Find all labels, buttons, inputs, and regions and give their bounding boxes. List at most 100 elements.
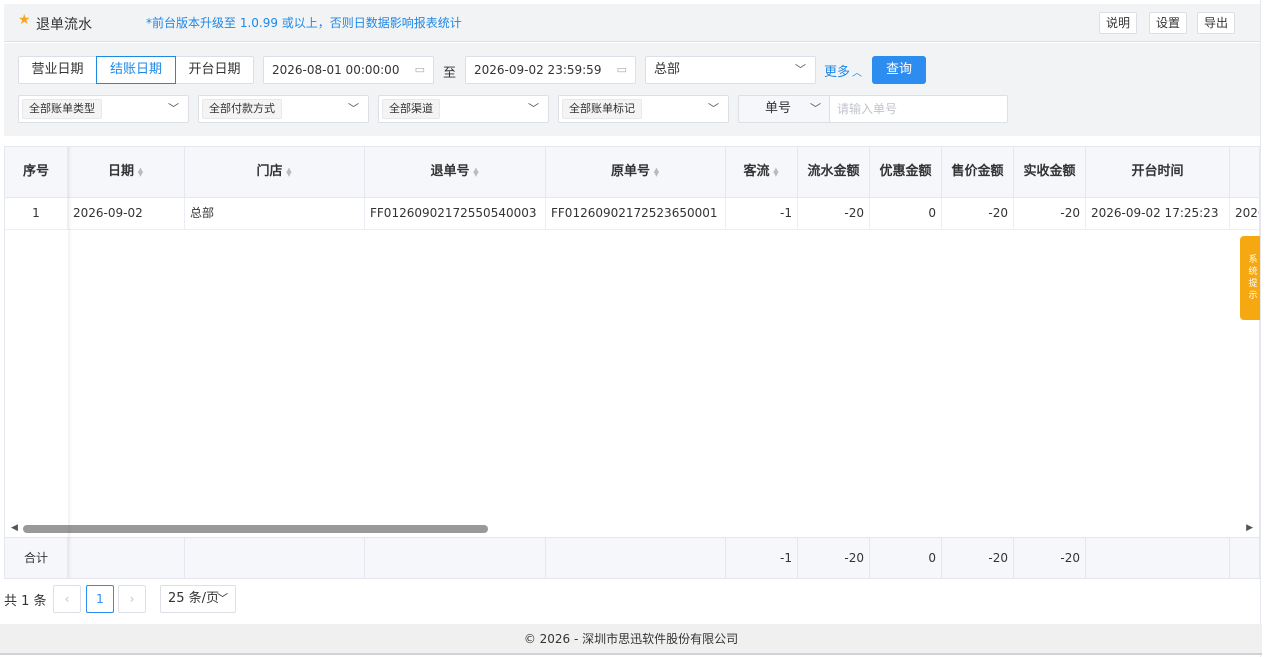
column-header-received-amount: 实收金额 xyxy=(1014,147,1086,198)
copyright-footer: © 2026 - 深圳市思迅软件股份有限公司 xyxy=(0,624,1262,655)
bill-mark-select[interactable]: 全部账单标记 ﹀ xyxy=(558,95,729,123)
summary-empty xyxy=(1086,538,1230,578)
table-summary-row: 合计 -1 -20 0 -20 -20 xyxy=(5,537,1259,578)
page-header: ★ 退单流水 *前台版本升级至 1.0.99 或以上，否则日数据影响报表统计 说… xyxy=(4,4,1260,42)
chevron-down-icon: ﹀ xyxy=(348,102,359,115)
sort-icon[interactable]: ▲ ▼ xyxy=(773,166,780,177)
scrollbar-thumb[interactable] xyxy=(23,525,488,533)
cell-guests: -1 xyxy=(726,198,798,230)
payment-method-tag: 全部付款方式 xyxy=(202,99,282,119)
scroll-left-arrow-icon[interactable]: ◀ xyxy=(11,523,18,533)
order-field-value: 单号 xyxy=(765,101,792,116)
export-button[interactable]: 导出 xyxy=(1197,12,1236,34)
summary-price-amount: -20 xyxy=(942,538,1014,578)
tab-checkout-date[interactable]: 结账日期 xyxy=(96,56,176,84)
more-label: 更多 xyxy=(824,65,851,80)
column-header-overflow xyxy=(1230,147,1259,198)
horizontal-scrollbar[interactable]: ◀ ▶ xyxy=(5,521,1259,537)
cell-index: 1 xyxy=(5,198,68,230)
cell-store: 总部 xyxy=(185,198,365,230)
sort-icon[interactable]: ▲ ▼ xyxy=(473,166,480,177)
table-row[interactable]: 1 2026-09-02 总部 FF01260902172550540003 F… xyxy=(5,198,1259,230)
summary-empty xyxy=(185,538,365,578)
calendar-icon: ▭ xyxy=(616,63,627,76)
page: ★ 退单流水 *前台版本升级至 1.0.99 或以上，否则日数据影响报表统计 说… xyxy=(0,0,1270,657)
column-header-refund-no[interactable]: 退单号 ▲ ▼ xyxy=(365,147,546,198)
sort-icon[interactable]: ▲ ▼ xyxy=(653,166,660,177)
cell-discount-amount: 0 xyxy=(870,198,942,230)
summary-empty xyxy=(546,538,726,578)
chevron-down-icon: ﹀ xyxy=(810,102,821,115)
chevron-down-icon: ﹀ xyxy=(528,102,539,115)
settings-button[interactable]: 设置 xyxy=(1149,12,1188,34)
channel-select[interactable]: 全部渠道 ﹀ xyxy=(378,95,549,123)
summary-empty xyxy=(68,538,185,578)
channel-tag: 全部渠道 xyxy=(382,99,440,119)
prev-page-button[interactable]: ‹ xyxy=(53,585,81,613)
bill-mark-tag: 全部账单标记 xyxy=(562,99,642,119)
help-button[interactable]: 说明 xyxy=(1099,12,1138,34)
store-select-value: 总部 xyxy=(654,62,681,77)
end-datetime-picker[interactable]: 2026-09-02 23:59:59 ▭ xyxy=(465,56,636,84)
summary-label: 合计 xyxy=(5,538,68,578)
bill-type-tag: 全部账单类型 xyxy=(22,99,102,119)
summary-discount-amount: 0 xyxy=(870,538,942,578)
page-right-edge xyxy=(1260,0,1270,657)
column-header-discount-amount: 优惠金额 xyxy=(870,147,942,198)
column-header-flow-amount: 流水金额 xyxy=(798,147,870,198)
column-header-date[interactable]: 日期 ▲ ▼ xyxy=(68,147,185,198)
page-title: 退单流水 xyxy=(36,17,92,33)
store-select[interactable]: 总部 ﹀ xyxy=(645,56,816,84)
filter-panel: 营业日期 结账日期 开台日期 2026-08-01 00:00:00 ▭ 至 2… xyxy=(4,43,1260,136)
chevron-down-icon: ﹀ xyxy=(708,102,719,115)
page-size-value: 25 条/页 xyxy=(168,591,220,606)
chevron-down-icon: ﹀ xyxy=(217,592,228,605)
summary-received-amount: -20 xyxy=(1014,538,1086,578)
sort-icon[interactable]: ▲ ▼ xyxy=(137,166,144,177)
cell-price-amount: -20 xyxy=(942,198,1014,230)
page-1-button[interactable]: 1 xyxy=(86,585,114,613)
summary-empty xyxy=(365,538,546,578)
chevron-down-icon: ﹀ xyxy=(168,102,179,115)
table-header: 序号 日期 ▲ ▼ 门店 ▲ ▼ 退单号 ▲ ▼ 原单号 ▲ ▼ 客流 ▲ ▼ 流水金额 优惠金额 … xyxy=(5,147,1259,198)
column-header-store[interactable]: 门店 ▲ ▼ xyxy=(185,147,365,198)
summary-guests: -1 xyxy=(726,538,798,578)
cell-original-no: FF01260902172523650001 xyxy=(546,198,726,230)
order-field-select[interactable]: 单号 ﹀ xyxy=(738,95,830,123)
chevron-down-icon: ﹀ xyxy=(795,63,806,76)
order-number-input[interactable]: 请输入单号 xyxy=(829,95,1008,123)
payment-method-select[interactable]: 全部付款方式 ﹀ xyxy=(198,95,369,123)
tab-open-date[interactable]: 开台日期 xyxy=(175,56,254,84)
summary-empty xyxy=(1230,538,1259,578)
range-separator: 至 xyxy=(443,66,457,81)
tab-business-date[interactable]: 营业日期 xyxy=(18,56,97,84)
query-button[interactable]: 查询 xyxy=(872,56,926,84)
column-header-price-amount: 售价金额 xyxy=(942,147,1014,198)
cell-date: 2026-09-02 xyxy=(68,198,185,230)
star-icon[interactable]: ★ xyxy=(18,12,31,28)
sort-icon[interactable]: ▲ ▼ xyxy=(286,166,293,177)
column-header-original-no[interactable]: 原单号 ▲ ▼ xyxy=(546,147,726,198)
cell-received-amount: -20 xyxy=(1014,198,1086,230)
calendar-icon: ▭ xyxy=(414,63,425,76)
pagination-total: 共 1 条 xyxy=(4,594,47,609)
summary-flow-amount: -20 xyxy=(798,538,870,578)
start-datetime-picker[interactable]: 2026-08-01 00:00:00 ▭ xyxy=(263,56,434,84)
chevron-up-icon: ︿ xyxy=(852,68,863,79)
page-size-select[interactable]: 25 条/页 ﹀ xyxy=(160,585,236,613)
next-page-button[interactable]: › xyxy=(118,585,146,613)
bill-type-select[interactable]: 全部账单类型 ﹀ xyxy=(18,95,189,123)
refund-table: 序号 日期 ▲ ▼ 门店 ▲ ▼ 退单号 ▲ ▼ 原单号 ▲ ▼ 客流 ▲ ▼ 流水金额 优惠金额 … xyxy=(4,146,1260,579)
column-header-guests[interactable]: 客流 ▲ ▼ xyxy=(726,147,798,198)
end-datetime-value: 2026-09-02 23:59:59 xyxy=(474,63,602,77)
start-datetime-value: 2026-08-01 00:00:00 xyxy=(272,63,400,77)
scroll-right-arrow-icon[interactable]: ▶ xyxy=(1246,523,1253,533)
fixed-column-shadow xyxy=(68,147,72,578)
column-header-open-time: 开台时间 xyxy=(1086,147,1230,198)
more-toggle[interactable]: 更多 ︿ xyxy=(824,61,862,80)
cell-open-time: 2026-09-02 17:25:23 xyxy=(1086,198,1230,230)
cell-overflow: 2026 xyxy=(1235,206,1259,220)
column-header-index: 序号 xyxy=(5,147,68,198)
upgrade-notice: *前台版本升级至 1.0.99 或以上，否则日数据影响报表统计 xyxy=(146,16,462,30)
cell-flow-amount: -20 xyxy=(798,198,870,230)
